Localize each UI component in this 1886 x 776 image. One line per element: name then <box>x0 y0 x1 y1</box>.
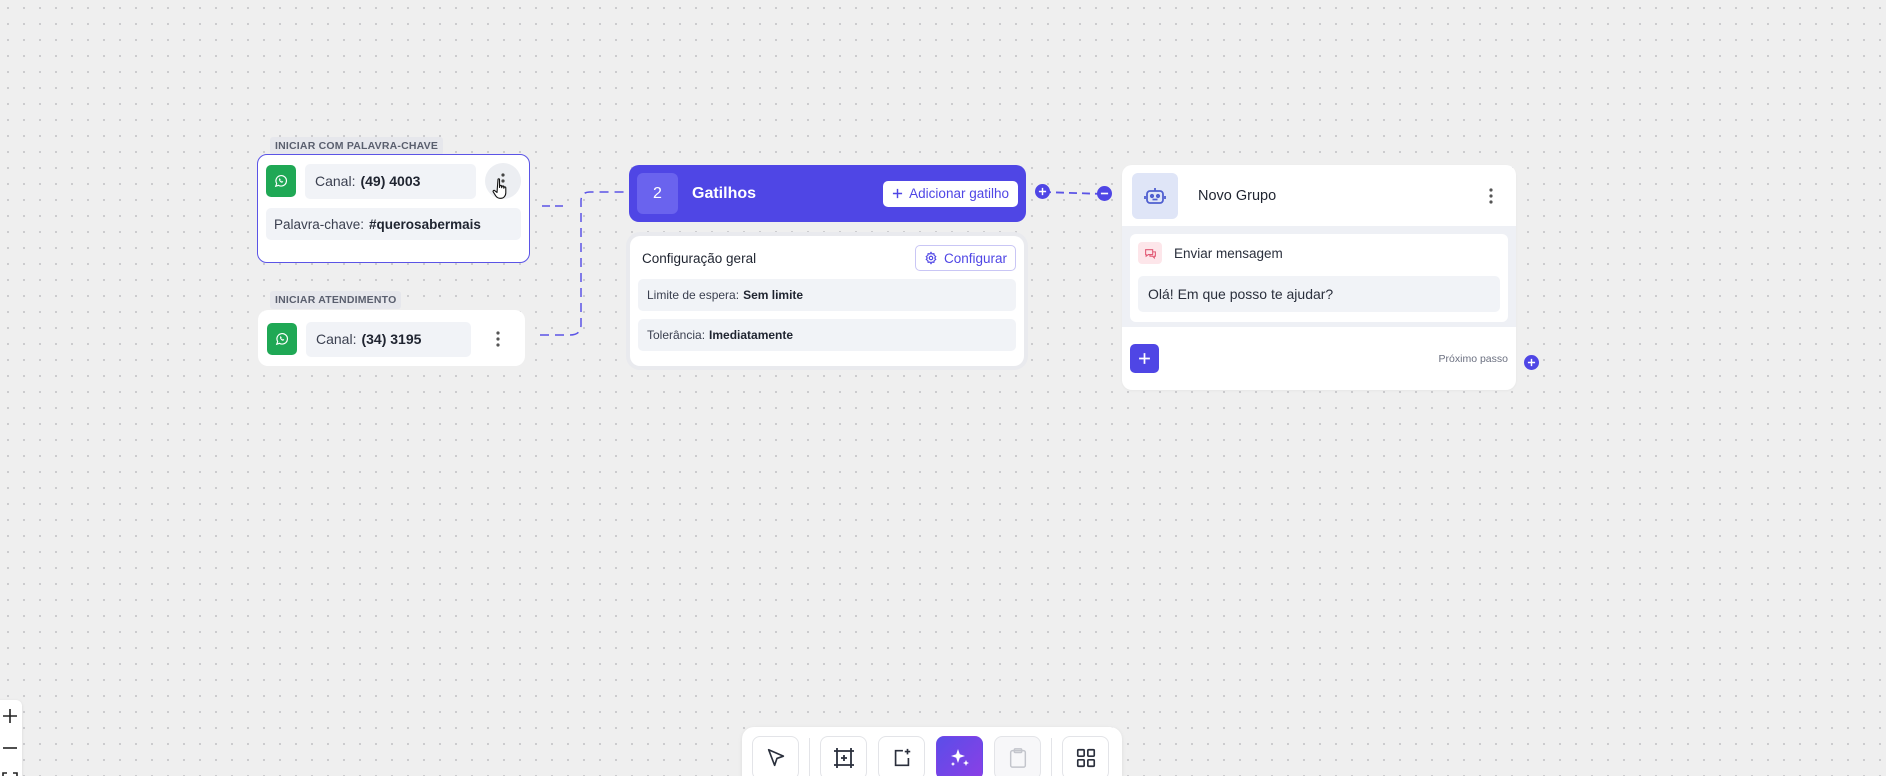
channel-box: Canal: (49) 4003 <box>305 163 476 199</box>
message-icon <box>1144 248 1156 259</box>
trigger-menu-button[interactable] <box>480 321 516 357</box>
channel-value: (34) 3195 <box>361 331 422 347</box>
toolbar-divider <box>809 738 810 776</box>
plus-icon <box>1038 187 1047 196</box>
clipboard-icon <box>1009 748 1026 768</box>
trigger-tag: INICIAR COM PALAVRA-CHAVE <box>270 137 444 155</box>
robot-tile <box>1132 172 1178 219</box>
toolbar-divider <box>1051 738 1052 776</box>
wait-limit-row: Limite de espera: Sem limite <box>638 279 1016 311</box>
zoom-in-button[interactable] <box>0 700 22 732</box>
robot-icon <box>1144 187 1166 204</box>
group-node[interactable]: Novo Grupo Enviar mensagem Olá! Em que p… <box>1122 165 1516 390</box>
trigger-count-badge: 2 <box>637 173 678 214</box>
trigger-card-keyword[interactable]: Canal: (49) 4003 Palavra-chave: #querosa… <box>257 154 530 263</box>
channel-box: Canal: (34) 3195 <box>306 321 471 357</box>
channel-label: Canal: <box>315 173 356 189</box>
output-handle[interactable] <box>1035 184 1050 199</box>
add-trigger-label: Adicionar gatilho <box>909 186 1009 201</box>
step-title: Enviar mensagem <box>1174 245 1283 261</box>
note-add-icon <box>894 748 910 767</box>
keyword-value: #querosabermais <box>369 216 481 232</box>
config-row-value: Imediatamente <box>709 328 794 342</box>
configure-label: Configurar <box>943 250 1007 266</box>
plus-icon <box>893 188 903 199</box>
minus-icon <box>1100 192 1109 195</box>
minus-icon <box>3 747 17 749</box>
keyword-label: Palavra-chave: <box>274 216 365 232</box>
whatsapp-icon <box>275 332 289 346</box>
message-icon-tile <box>1138 242 1162 264</box>
connector-lines <box>540 191 1105 336</box>
next-step-handle[interactable] <box>1524 355 1539 370</box>
zoom-controls <box>0 700 22 776</box>
general-config-card: Configuração geral Configurar Limite de … <box>630 236 1024 366</box>
kebab-icon <box>496 331 500 347</box>
bottom-toolbar <box>742 727 1122 776</box>
add-trigger-button[interactable]: Adicionar gatilho <box>883 180 1018 207</box>
group-title: Novo Grupo <box>1198 187 1277 204</box>
add-step-button[interactable] <box>1130 344 1159 373</box>
plus-icon <box>1139 353 1150 364</box>
whatsapp-badge <box>267 323 297 355</box>
tolerance-row: Tolerância: Imediatamente <box>638 319 1016 351</box>
config-row-label: Limite de espera: <box>647 288 740 302</box>
ai-assistant-button[interactable] <box>936 736 983 776</box>
grid-icon <box>1076 748 1095 768</box>
layout-grid-button[interactable] <box>1062 736 1109 776</box>
select-tool-button[interactable] <box>752 736 799 776</box>
gatilhos-title: Gatilhos <box>692 184 757 202</box>
config-title: Configuração geral <box>642 250 757 266</box>
add-frame-button[interactable] <box>820 736 867 776</box>
sparkles-icon <box>950 749 969 766</box>
whatsapp-badge <box>266 165 296 197</box>
add-note-button[interactable] <box>878 736 925 776</box>
kebab-icon <box>1489 187 1493 204</box>
trigger-tag: INICIAR ATENDIMENTO <box>270 291 402 309</box>
channel-value: (49) 4003 <box>360 173 421 189</box>
message-text: Olá! Em que posso te ajudar? <box>1138 276 1500 312</box>
zoom-out-button[interactable] <box>0 732 22 764</box>
disconnect-handle[interactable] <box>1097 186 1112 201</box>
trigger-menu-button[interactable] <box>485 163 521 199</box>
whatsapp-icon <box>274 174 288 188</box>
config-row-label: Tolerância: <box>647 328 706 342</box>
fit-view-button[interactable] <box>0 764 22 776</box>
hand-cursor-icon <box>492 178 507 199</box>
paste-button[interactable] <box>994 736 1041 776</box>
gear-icon <box>925 251 937 265</box>
configure-button[interactable]: Configurar <box>914 245 1016 271</box>
select-cursor-icon <box>767 748 784 767</box>
gatilhos-header[interactable]: 2 Gatilhos Adicionar gatilho <box>629 165 1026 222</box>
fit-view-icon <box>2 772 18 776</box>
plus-icon <box>1527 358 1536 367</box>
config-row-value: Sem limite <box>743 288 804 302</box>
next-step-label: Próximo passo <box>1438 352 1508 365</box>
keyword-box: Palavra-chave: #querosabermais <box>266 208 521 240</box>
channel-label: Canal: <box>316 331 357 347</box>
trigger-card-attendance[interactable]: Canal: (34) 3195 <box>258 310 525 366</box>
frame-add-icon <box>833 748 854 768</box>
send-message-step[interactable]: Enviar mensagem Olá! Em que posso te aju… <box>1130 234 1508 322</box>
group-menu-button[interactable] <box>1476 181 1506 211</box>
plus-icon <box>3 709 17 723</box>
